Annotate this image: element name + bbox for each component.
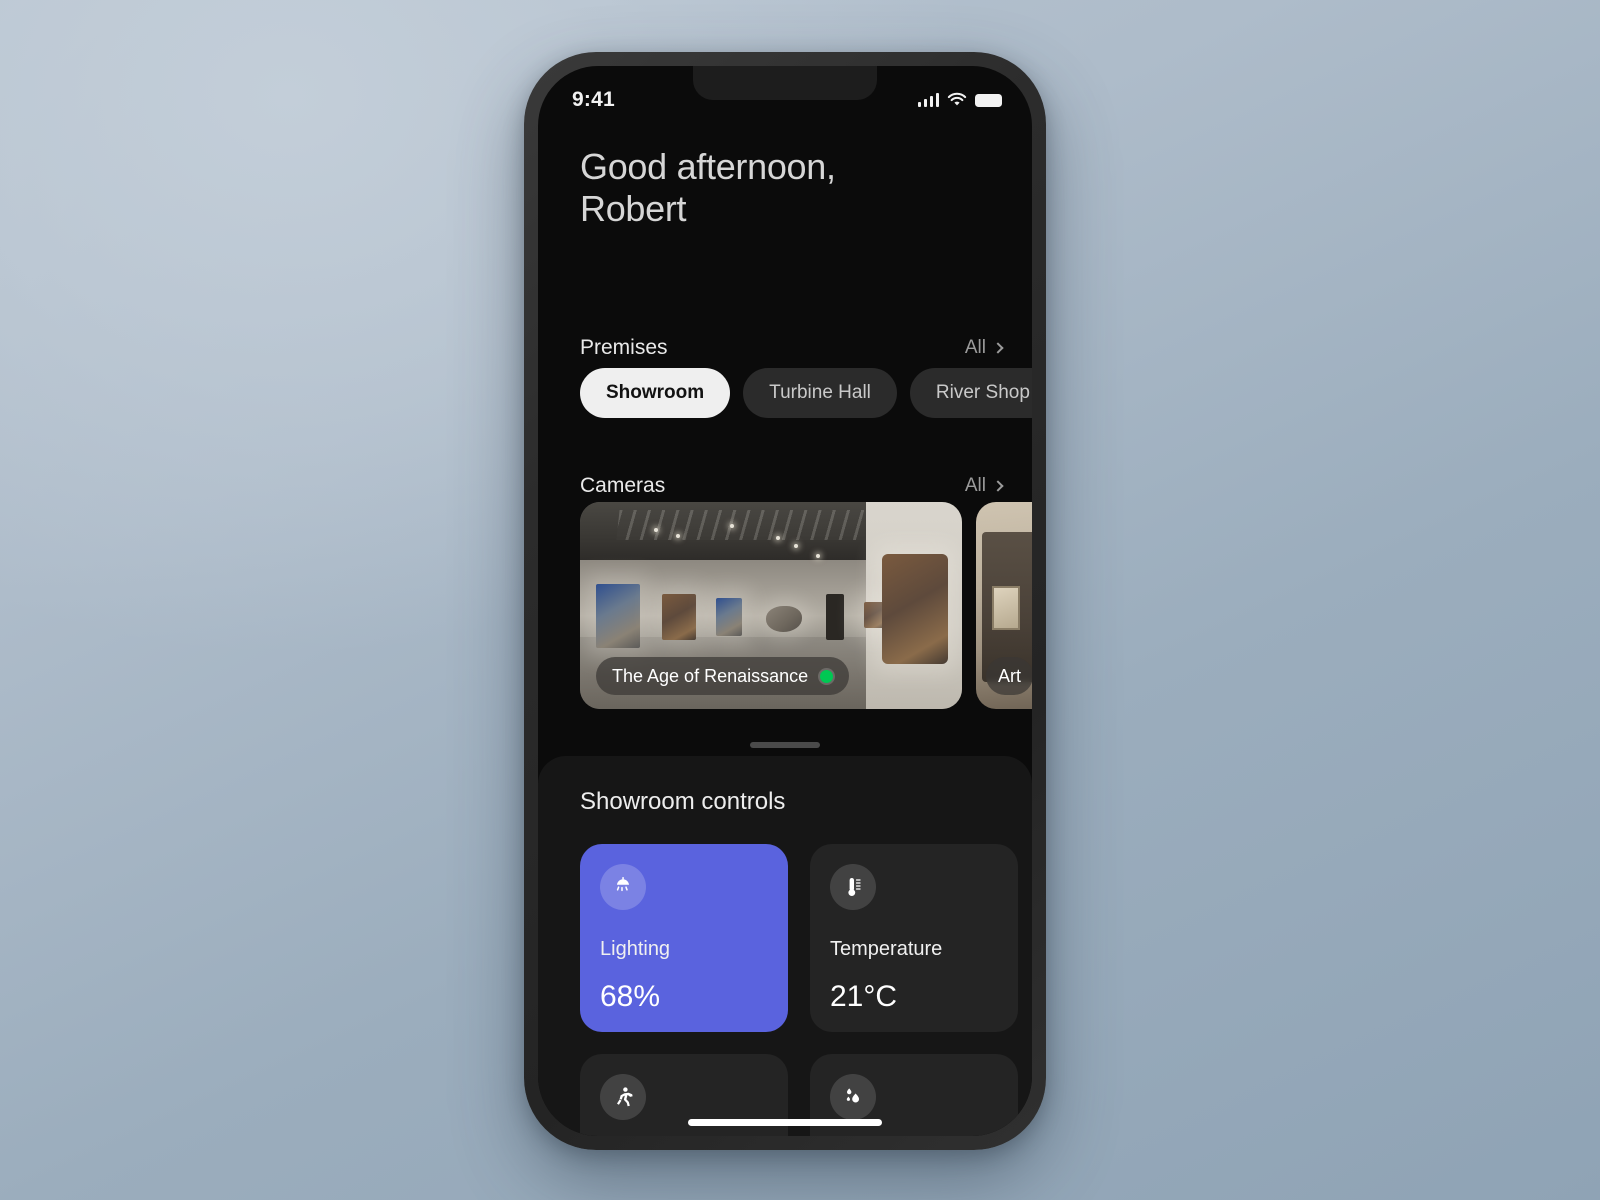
status-icons	[917, 92, 1002, 108]
premises-all-label: All	[964, 337, 986, 358]
camera-name: Art	[998, 665, 1022, 686]
controls-bottom-sheet: Showroom controls Lighting 68% Temperatu…	[538, 742, 1032, 1136]
camera-name: The Age of Renaissance	[612, 665, 809, 686]
controls-title: Showroom controls	[580, 788, 786, 815]
cameras-all-label: All	[964, 475, 986, 496]
control-tile-temperature[interactable]: Temperature 21°C	[810, 844, 1018, 1032]
control-tile-lighting[interactable]: Lighting 68%	[580, 844, 788, 1032]
controls-grid: Lighting 68% Temperature 21°C	[580, 844, 1032, 1136]
running-person-icon	[600, 1074, 646, 1120]
ceiling-light-icon	[600, 864, 646, 910]
page-title: Good afternoon, Robert	[580, 146, 992, 230]
cameras-all-button[interactable]: All	[964, 475, 1004, 497]
wifi-icon	[947, 92, 967, 106]
premises-all-button[interactable]: All	[964, 337, 1004, 359]
home-indicator	[688, 1119, 882, 1126]
camera-card-art-partial[interactable]: Art	[976, 502, 1032, 709]
greeting-line-2: Robert	[580, 188, 687, 230]
camera-card-renaissance[interactable]: The Age of Renaissance	[580, 502, 962, 709]
cameras-section-header: Cameras All	[580, 474, 1004, 498]
premises-title: Premises	[580, 336, 668, 359]
control-value: 21°C	[830, 980, 898, 1013]
battery-icon	[975, 93, 1002, 107]
premises-chip-showroom[interactable]: Showroom	[580, 368, 731, 418]
premises-chip-turbine-hall[interactable]: Turbine Hall	[743, 368, 897, 418]
thermometer-icon	[830, 864, 876, 910]
camera-rail[interactable]: The Age of Renaissance Art	[580, 502, 1032, 709]
chevron-right-icon	[992, 342, 1004, 354]
control-label: Lighting	[600, 938, 671, 960]
chip-label: Showroom	[606, 382, 705, 403]
live-status-dot	[820, 669, 834, 683]
chip-label: River Shop	[935, 382, 1030, 403]
phone-frame: 9:41 Good afternoon, Robert Premises All…	[524, 52, 1046, 1150]
camera-label-pill: Art	[986, 657, 1032, 695]
water-drops-icon	[830, 1074, 876, 1120]
premises-chip-river-shop[interactable]: River Shop	[909, 368, 1032, 418]
phone-screen: 9:41 Good afternoon, Robert Premises All…	[538, 66, 1032, 1136]
control-value: 68%	[600, 980, 661, 1013]
cellular-bars-icon	[917, 93, 939, 107]
chip-label: Turbine Hall	[769, 382, 871, 403]
premises-section-header: Premises All	[580, 336, 1004, 360]
premises-chip-row[interactable]: Showroom Turbine Hall River Shop	[580, 368, 1032, 418]
cameras-title: Cameras	[580, 474, 666, 497]
sheet-drag-handle[interactable]	[750, 742, 820, 748]
control-label: Temperature	[830, 938, 943, 960]
chevron-right-icon	[992, 480, 1004, 492]
notch	[693, 66, 877, 100]
greeting-line-1: Good afternoon,	[580, 146, 836, 187]
camera-label-pill: The Age of Renaissance	[596, 657, 850, 695]
status-time: 9:41	[572, 88, 615, 111]
